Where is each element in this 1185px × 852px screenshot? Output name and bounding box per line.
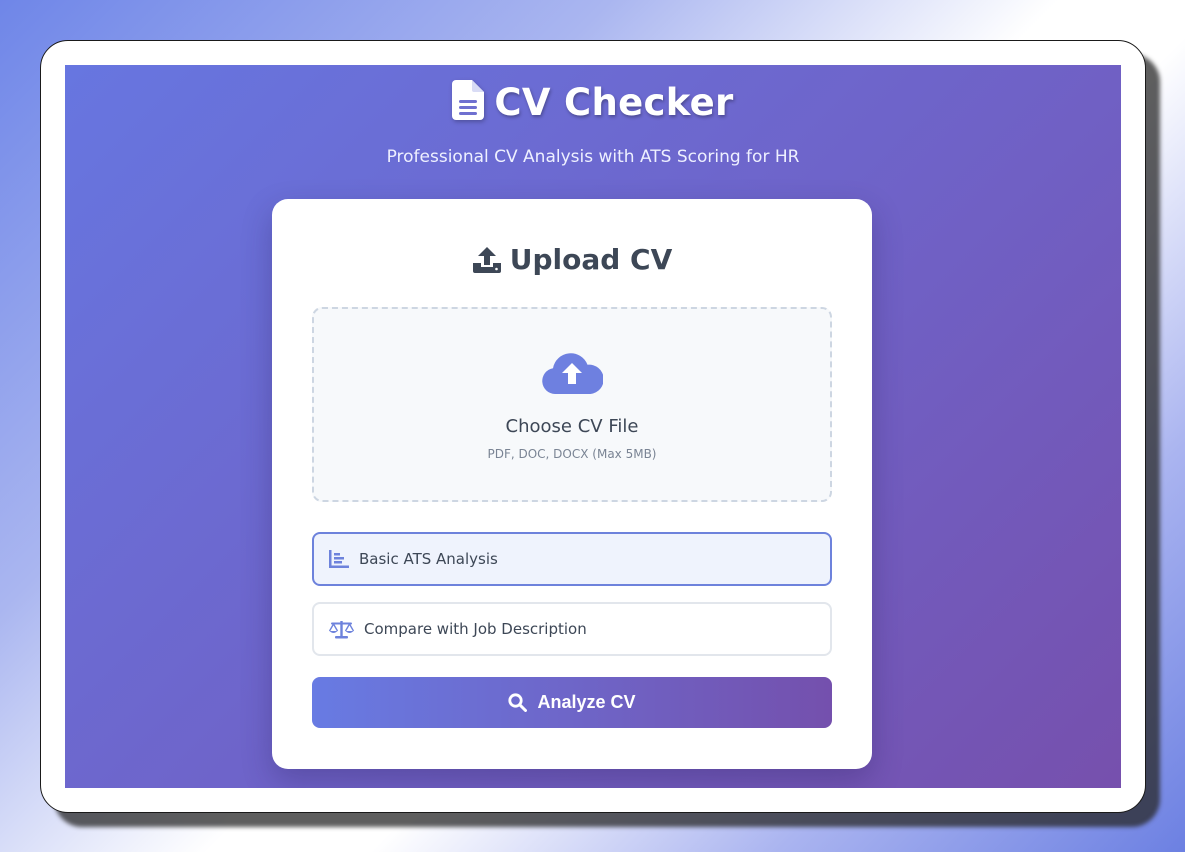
app-screen: CV Checker Professional CV Analysis with…	[65, 65, 1121, 788]
file-text-icon	[452, 80, 485, 124]
app-title: CV Checker	[494, 80, 734, 124]
option-basic-ats[interactable]: Basic ATS Analysis	[312, 532, 832, 586]
file-dropzone[interactable]: Choose CV File PDF, DOC, DOCX (Max 5MB)	[312, 307, 832, 502]
upload-card-title: Upload CV	[509, 243, 673, 276]
dropzone-formats: PDF, DOC, DOCX (Max 5MB)	[487, 447, 657, 461]
analyze-button[interactable]: Analyze CV	[312, 677, 832, 728]
upload-card: Upload CV Choose CV File PDF, DOC, DOCX …	[272, 199, 872, 769]
app-header: CV Checker Professional CV Analysis with…	[65, 79, 1121, 167]
upload-card-header: Upload CV	[272, 243, 872, 276]
app-subtitle: Professional CV Analysis with ATS Scorin…	[386, 147, 800, 167]
upload-icon	[472, 246, 502, 274]
bar-chart-icon	[329, 550, 349, 568]
balance-scale-icon	[329, 619, 354, 639]
option-basic-ats-label: Basic ATS Analysis	[359, 550, 498, 568]
title-row: CV Checker	[65, 79, 1121, 125]
device-frame: CV Checker Professional CV Analysis with…	[40, 40, 1146, 813]
option-compare-job-label: Compare with Job Description	[364, 620, 587, 638]
search-icon	[508, 693, 528, 712]
dropzone-title: Choose CV File	[505, 416, 639, 437]
analyze-button-label: Analyze CV	[537, 692, 636, 712]
cloud-upload-icon	[541, 351, 604, 399]
option-compare-job[interactable]: Compare with Job Description	[312, 602, 832, 656]
